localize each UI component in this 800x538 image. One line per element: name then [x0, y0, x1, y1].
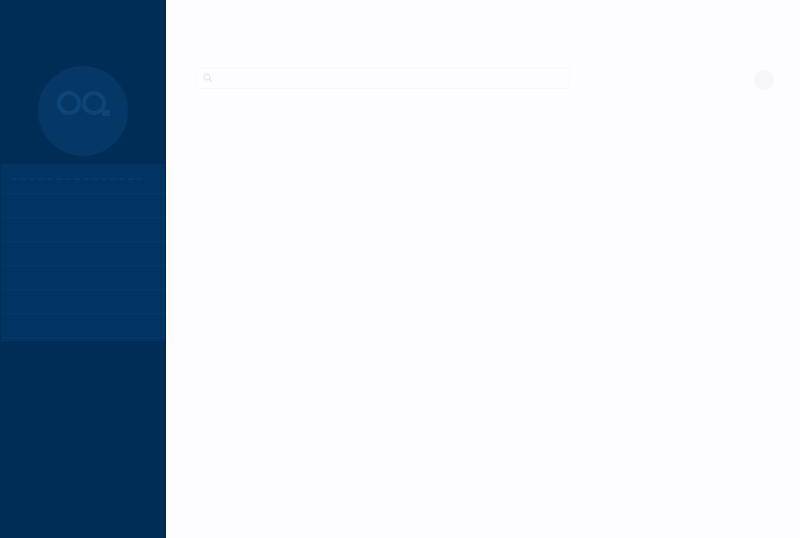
sidebar-item-1[interactable]	[1, 164, 165, 194]
menu-item-text-placeholder	[11, 177, 141, 180]
sidebar-item-6[interactable]	[1, 290, 165, 314]
logo[interactable]	[38, 66, 128, 156]
sidebar-item-3[interactable]	[1, 218, 165, 242]
user-avatar-icon[interactable]	[754, 70, 774, 90]
search-icon	[203, 73, 213, 83]
sidebar-item-2[interactable]	[1, 194, 165, 218]
search-bar[interactable]	[196, 67, 570, 89]
app-window	[0, 0, 800, 538]
co-logo-icon	[57, 91, 110, 116]
sidebar	[0, 0, 166, 538]
sidebar-item-5[interactable]	[1, 266, 165, 290]
search-input[interactable]	[213, 69, 569, 87]
sidebar-item-4[interactable]	[1, 242, 165, 266]
sidebar-item-7[interactable]	[1, 314, 165, 338]
sidebar-nav	[1, 164, 165, 341]
main-content	[166, 0, 800, 538]
